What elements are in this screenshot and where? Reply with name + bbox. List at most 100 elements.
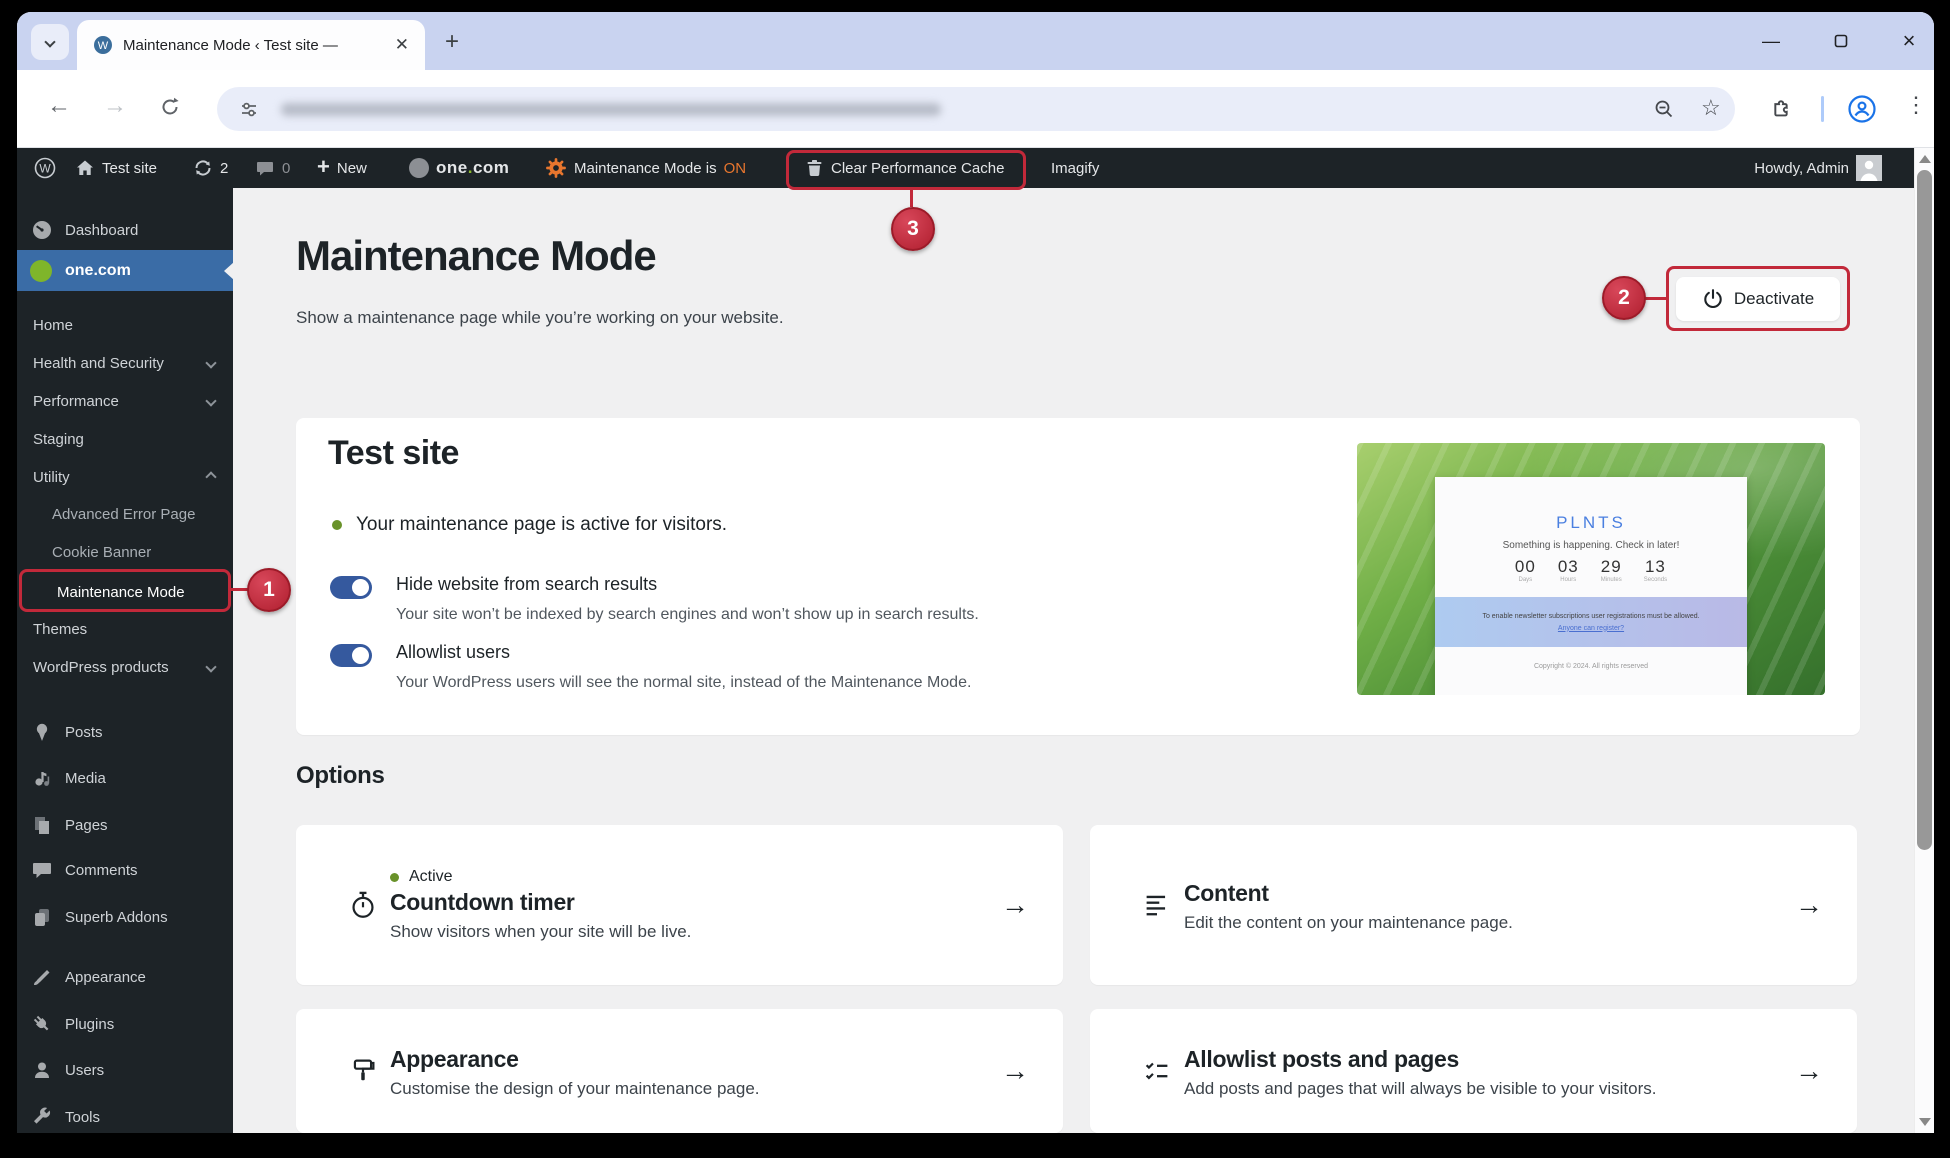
toggle2-label: Allowlist users [396,642,510,663]
wp-logo-menu[interactable]: W [33,148,57,188]
bookmark-star-icon[interactable]: ☆ [1701,95,1721,121]
annotation-circle-3: 3 [891,207,935,251]
sidebar-item-dashboard[interactable]: Dashboard [17,212,233,248]
url-bar[interactable]: ☆ [217,87,1735,131]
window-minimize-button[interactable]: — [1756,26,1786,56]
sidebar-label: Comments [65,862,138,879]
preview-register-link: Anyone can register? [1558,625,1624,632]
sidebar-item-comments[interactable]: Comments [17,852,233,888]
page-title: Maintenance Mode [296,232,656,280]
admin-bar-comments[interactable]: 0 [255,148,290,188]
arrow-right-icon[interactable]: → [1795,889,1823,921]
wordpress-favicon-icon: W [93,35,113,55]
sidebar-item-performance[interactable]: Performance [17,386,233,416]
back-button[interactable]: ← [47,92,71,120]
browser-tab[interactable]: W Maintenance Mode ‹ Test site — ✕ [77,20,425,70]
admin-bar-account-menu[interactable]: Howdy, Admin [1754,148,1882,188]
sidebar-item-home[interactable]: Home [17,310,233,340]
content-lines-icon [1142,890,1172,920]
sidebar-label: Dashboard [65,222,138,239]
window-maximize-button[interactable] [1826,26,1856,56]
scrollbar-up-arrow[interactable] [1919,155,1931,163]
sidebar-item-superb-addons[interactable]: Superb Addons [17,899,233,935]
tab-search-button[interactable] [31,24,69,60]
sidebar-item-pages[interactable]: Pages [17,807,233,843]
maintenance-status-row: Your maintenance page is active for visi… [332,514,727,536]
home-icon [75,158,95,178]
admin-bar-imagify[interactable]: Imagify [1051,148,1099,188]
comments-count: 0 [282,160,290,177]
site-settings-icon[interactable] [239,99,259,119]
appearance-card[interactable]: Appearance Customise the design of your … [296,1009,1063,1133]
toggle1-label: Hide website from search results [396,574,657,595]
arrow-right-icon[interactable]: → [1001,1055,1029,1087]
page-subtitle: Show a maintenance page while you’re wor… [296,308,784,328]
window-close-button[interactable]: × [1894,26,1924,56]
sidebar-label: Staging [33,431,84,448]
extensions-puzzle-icon[interactable] [1769,97,1793,121]
scrollbar-thumb[interactable] [1917,170,1932,850]
paint-roller-icon [348,1056,378,1086]
countdown-timer-card[interactable]: Active Countdown timer Show visitors whe… [296,825,1063,985]
site-card-title: Test site [328,434,459,473]
profile-avatar-icon[interactable] [1847,94,1877,124]
preview-brand: PLNTS [1435,513,1747,533]
sidebar-item-health-and-security[interactable]: Health and Security [17,348,233,378]
arrow-right-icon[interactable]: → [1001,889,1029,921]
admin-bar-onecom-menu[interactable]: one.com [409,148,509,188]
admin-bar-updates[interactable]: 2 [193,148,228,188]
countdown-days: 00 [1515,557,1536,577]
hide-from-search-toggle[interactable] [330,576,372,599]
countdown-hours-label: Hours [1558,577,1579,583]
scrollbar-down-arrow[interactable] [1919,1118,1931,1126]
page-scrollbar[interactable] [1914,148,1934,1133]
countdown-minutes: 29 [1601,557,1622,577]
admin-bar-site-name: Test site [102,160,157,177]
sidebar-item-appearance[interactable]: Appearance [17,959,233,995]
sidebar-item-plugins[interactable]: Plugins [17,1006,233,1042]
toolbar-divider [1821,96,1824,122]
sidebar-item-tools[interactable]: Tools [17,1099,233,1133]
preview-notice: To enable newsletter subscriptions user … [1482,613,1699,620]
countdown-seconds-label: Seconds [1644,577,1667,583]
annotation-circle-2: 2 [1602,276,1646,320]
plug-icon [31,1013,53,1035]
sidebar-item-advanced-error-page[interactable]: Advanced Error Page [17,499,233,529]
tab-title: Maintenance Mode ‹ Test site — [123,37,391,54]
sidebar-item-users[interactable]: Users [17,1052,233,1088]
reload-button[interactable] [159,96,181,118]
zoom-out-icon[interactable] [1653,98,1675,120]
updates-icon [193,158,213,178]
sidebar-item-media[interactable]: Media [17,760,233,796]
onecom-text: one [436,158,468,177]
annotation-box-deactivate [1666,266,1850,331]
admin-avatar [1856,155,1882,181]
new-tab-button[interactable]: + [445,28,459,56]
allowlist-posts-card[interactable]: Allowlist posts and pages Add posts and … [1090,1009,1857,1133]
forward-button[interactable]: → [103,92,127,120]
card-title: Appearance [390,1046,981,1073]
sidebar-item-themes[interactable]: Themes [17,614,233,644]
sidebar-label: Posts [65,724,103,741]
content-card[interactable]: Content Edit the content on your mainten… [1090,825,1857,985]
tab-close-icon[interactable]: ✕ [391,35,413,55]
sidebar-item-staging[interactable]: Staging [17,424,233,454]
admin-bar-new-menu[interactable]: + New [317,148,367,188]
arrow-right-icon[interactable]: → [1795,1055,1823,1087]
sidebar-item-wordpress-products[interactable]: WordPress products [17,652,233,682]
wp-sidebar: Dashboard one.com Home Health and Securi… [17,188,233,1133]
sidebar-label: Users [65,1062,104,1079]
admin-bar-maintenance-status[interactable]: Maintenance Mode is ON [545,148,746,188]
preview-message: Something is happening. Check in later! [1435,540,1747,551]
sidebar-item-cookie-banner[interactable]: Cookie Banner [17,537,233,567]
sidebar-item-utility[interactable]: Utility [17,462,233,492]
sidebar-item-posts[interactable]: Posts [17,714,233,750]
admin-bar-site-menu[interactable]: Test site [75,148,157,188]
active-badge-label: Active [409,868,453,886]
browser-menu-kebab-icon[interactable]: ⋮ [1905,92,1927,118]
wrench-icon [31,1106,53,1128]
site-card: Test site Your maintenance page is activ… [296,418,1860,735]
sidebar-item-onecom[interactable]: one.com [17,250,233,291]
comment-bubble-icon [255,158,275,178]
allowlist-users-toggle[interactable] [330,644,372,667]
